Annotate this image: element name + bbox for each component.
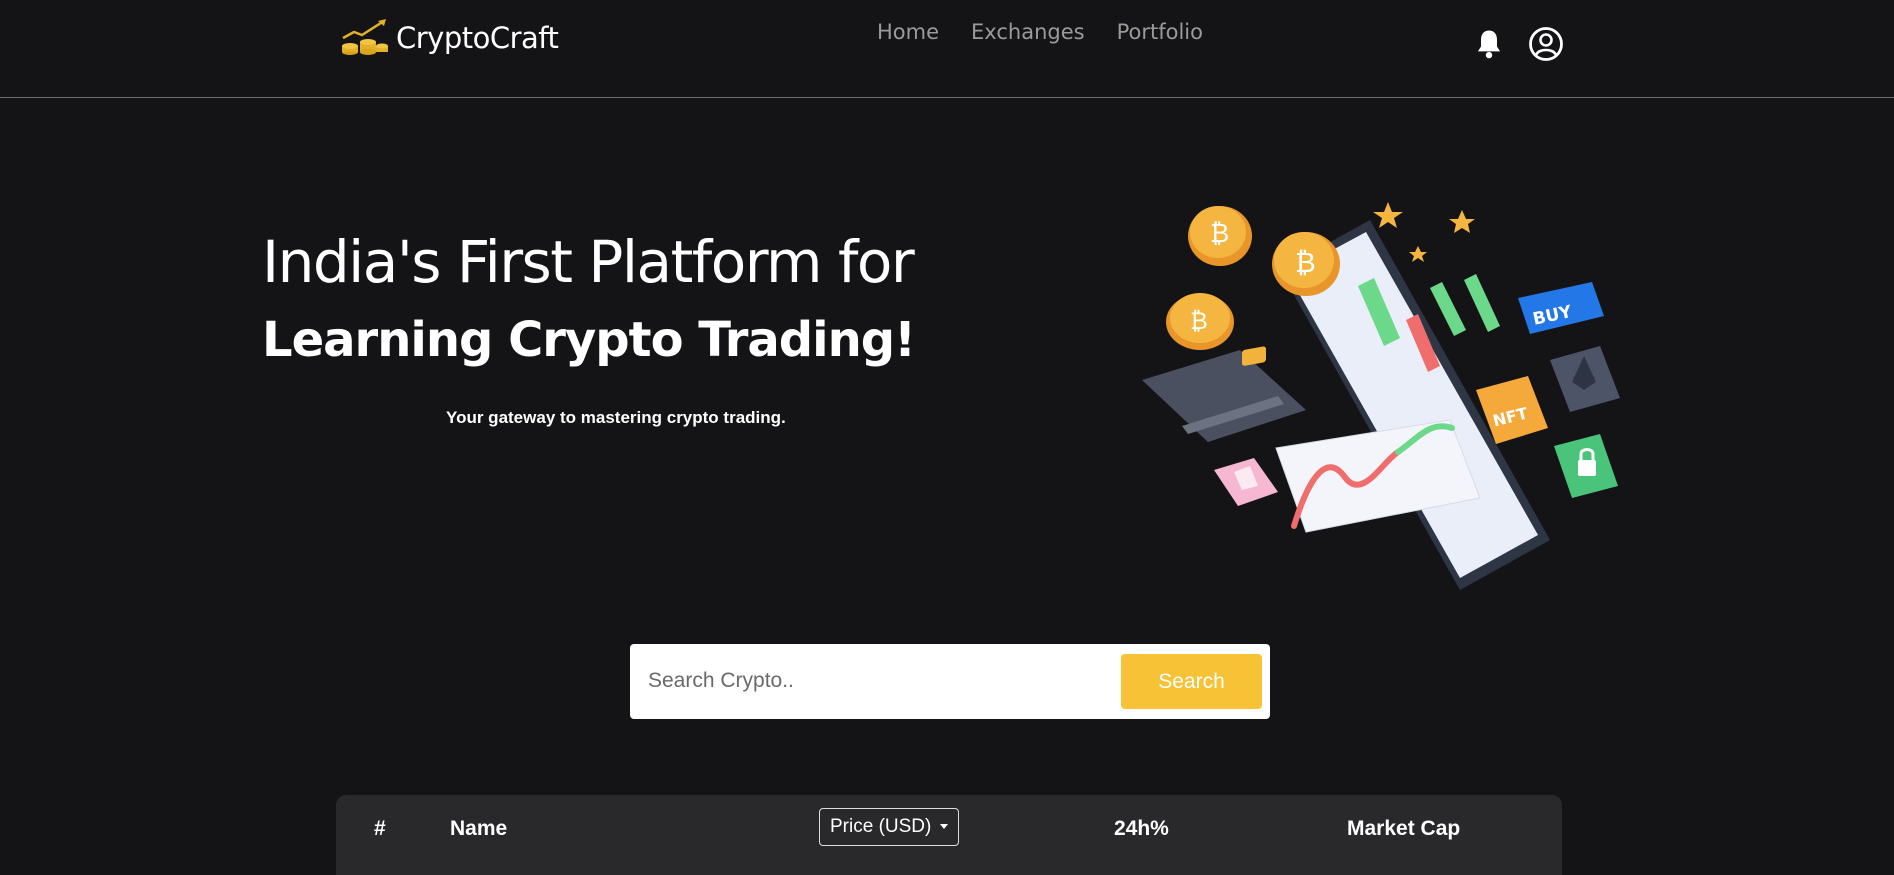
- column-market-cap: Market Cap: [1347, 817, 1461, 840]
- navbar: CryptoCraft Home Exchanges Portfolio: [0, 0, 1894, 98]
- brand-name: CryptoCraft: [396, 21, 559, 55]
- brand[interactable]: CryptoCraft: [340, 18, 559, 58]
- svg-text:₿: ₿: [1190, 307, 1208, 335]
- search-box: Search: [630, 644, 1270, 719]
- buy-button-illustration: BUY: [1518, 282, 1604, 334]
- svg-text:₿: ₿: [1210, 219, 1229, 249]
- bank-illustration: [1214, 458, 1278, 506]
- search-button[interactable]: Search: [1121, 654, 1262, 709]
- crypto-trading-illustration: ₿ ₿ ₿ BUY NFT: [1142, 202, 1620, 590]
- coins-chart-icon: [342, 19, 388, 55]
- main-nav: Home Exchanges Portfolio: [877, 20, 1203, 44]
- currency-dropdown-label: Price (USD): [830, 816, 932, 837]
- hero-title-line2: Learning Crypto Trading!: [262, 312, 916, 368]
- ethereum-tile-illustration: [1550, 346, 1620, 412]
- chevron-down-icon: [939, 824, 948, 830]
- column-24h-change: 24h%: [1114, 817, 1169, 840]
- svg-text:₿: ₿: [1295, 246, 1316, 279]
- currency-dropdown[interactable]: Price (USD): [819, 808, 959, 846]
- nav-link-portfolio[interactable]: Portfolio: [1117, 20, 1203, 44]
- nav-link-exchanges[interactable]: Exchanges: [971, 20, 1085, 44]
- bell-icon[interactable]: [1474, 28, 1504, 60]
- nav-link-home[interactable]: Home: [877, 20, 939, 44]
- user-circle-icon[interactable]: [1528, 26, 1564, 62]
- column-name: Name: [450, 817, 508, 840]
- header-actions: [1474, 26, 1564, 62]
- column-rank: #: [374, 817, 386, 840]
- hero-subtitle: Your gateway to mastering crypto trading…: [446, 408, 786, 427]
- credit-card-illustration: [1142, 346, 1306, 442]
- search-input[interactable]: [648, 658, 1108, 704]
- lock-tile-illustration: [1554, 434, 1618, 498]
- crypto-table-header: # Name Price (USD) 24h% Market Cap: [336, 795, 1562, 875]
- hero-title-line1: India's First Platform for: [262, 228, 915, 296]
